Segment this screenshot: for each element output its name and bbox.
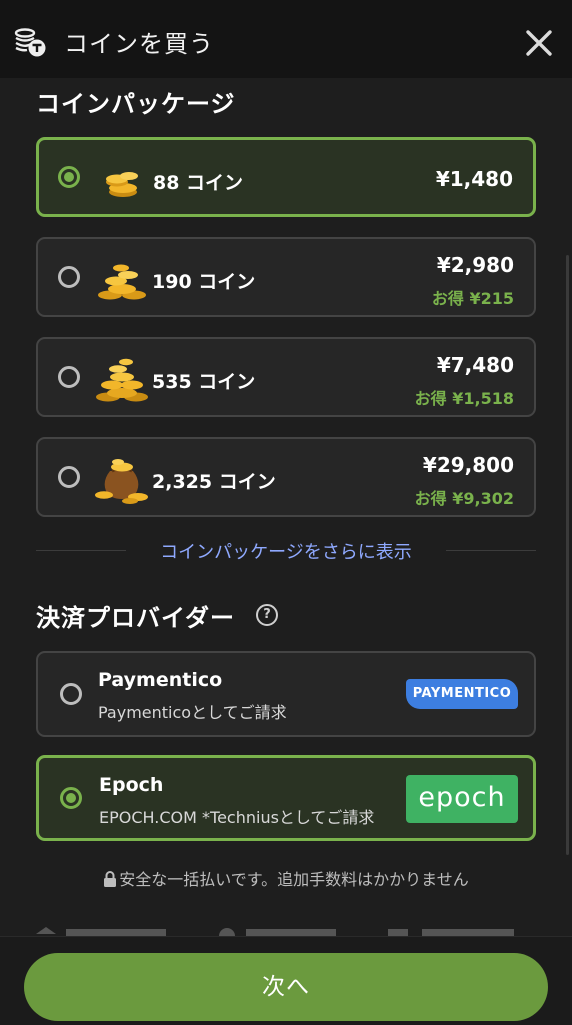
coin-pile-medium-icon [98, 264, 146, 300]
show-more-row: コインパッケージをさらに表示 [36, 536, 536, 564]
package-savings: お得 ¥215 [431, 289, 514, 308]
ssl-badge-icon [219, 928, 336, 936]
radio-selected[interactable] [58, 166, 80, 188]
secure-note-text: 安全な一括払いです。追加手数料はかかりません [119, 870, 469, 889]
radio-unselected[interactable] [58, 466, 80, 488]
next-button[interactable]: 次へ [24, 953, 548, 1021]
comodo-badge-icon [36, 927, 166, 936]
package-amount: 2,325 コイン [152, 471, 276, 493]
close-icon[interactable] [522, 26, 556, 60]
paymentico-logo: PAYMENTICO [406, 679, 518, 709]
lock-icon [104, 871, 117, 887]
package-amount: 190 コイン [152, 271, 256, 293]
package-savings: お得 ¥1,518 [414, 389, 514, 408]
coin-stack-icon [14, 28, 46, 57]
package-option-535[interactable]: 535 コイン ¥7,480 お得 ¥1,518 [36, 337, 536, 417]
app-header: コインを買う [0, 0, 572, 78]
provider-name: Epoch [99, 774, 164, 796]
package-amount: 88 コイン [153, 172, 244, 194]
scrollbar[interactable] [566, 255, 569, 855]
package-option-88[interactable]: 88 コイン ¥1,480 [36, 137, 536, 217]
provider-option-paymentico[interactable]: Paymentico Paymenticoとしてご請求 PAYMENTICO [36, 651, 536, 737]
security-badges-row [0, 922, 572, 936]
package-price: ¥7,480 [436, 353, 514, 377]
privacy-badge-icon [388, 929, 514, 936]
package-option-190[interactable]: 190 コイン ¥2,980 お得 ¥215 [36, 237, 536, 317]
provider-description: Paymenticoとしてご請求 [98, 703, 287, 722]
radio-selected[interactable] [60, 787, 82, 809]
epoch-logo: epoch [406, 775, 518, 823]
package-price: ¥1,480 [435, 167, 513, 191]
coin-pile-small-icon [106, 172, 138, 197]
radio-unselected[interactable] [60, 683, 82, 705]
package-price: ¥2,980 [436, 253, 514, 277]
providers-section-title: 決済プロバイダー [36, 604, 236, 632]
radio-unselected[interactable] [58, 366, 80, 388]
radio-unselected[interactable] [58, 266, 80, 288]
coin-pile-large-icon [96, 358, 148, 402]
help-icon[interactable]: ? [256, 604, 278, 626]
show-more-packages-link[interactable]: コインパッケージをさらに表示 [36, 538, 536, 564]
page-title: コインを買う [64, 30, 214, 58]
package-savings: お得 ¥9,302 [414, 489, 514, 508]
provider-name: Paymentico [98, 669, 223, 691]
coin-sack-icon [95, 459, 148, 504]
package-price: ¥29,800 [422, 453, 514, 477]
footer-bar: 次へ [0, 936, 572, 1025]
packages-section-title: コインパッケージ [36, 90, 236, 118]
package-amount: 535 コイン [152, 371, 256, 393]
secure-payment-note: 安全な一括払いです。追加手数料はかかりません [0, 866, 572, 890]
provider-option-epoch[interactable]: Epoch EPOCH.COM *Techniusとしてご請求 epoch [36, 755, 536, 841]
package-option-2325[interactable]: 2,325 コイン ¥29,800 お得 ¥9,302 [36, 437, 536, 517]
provider-description: EPOCH.COM *Techniusとしてご請求 [99, 808, 375, 827]
